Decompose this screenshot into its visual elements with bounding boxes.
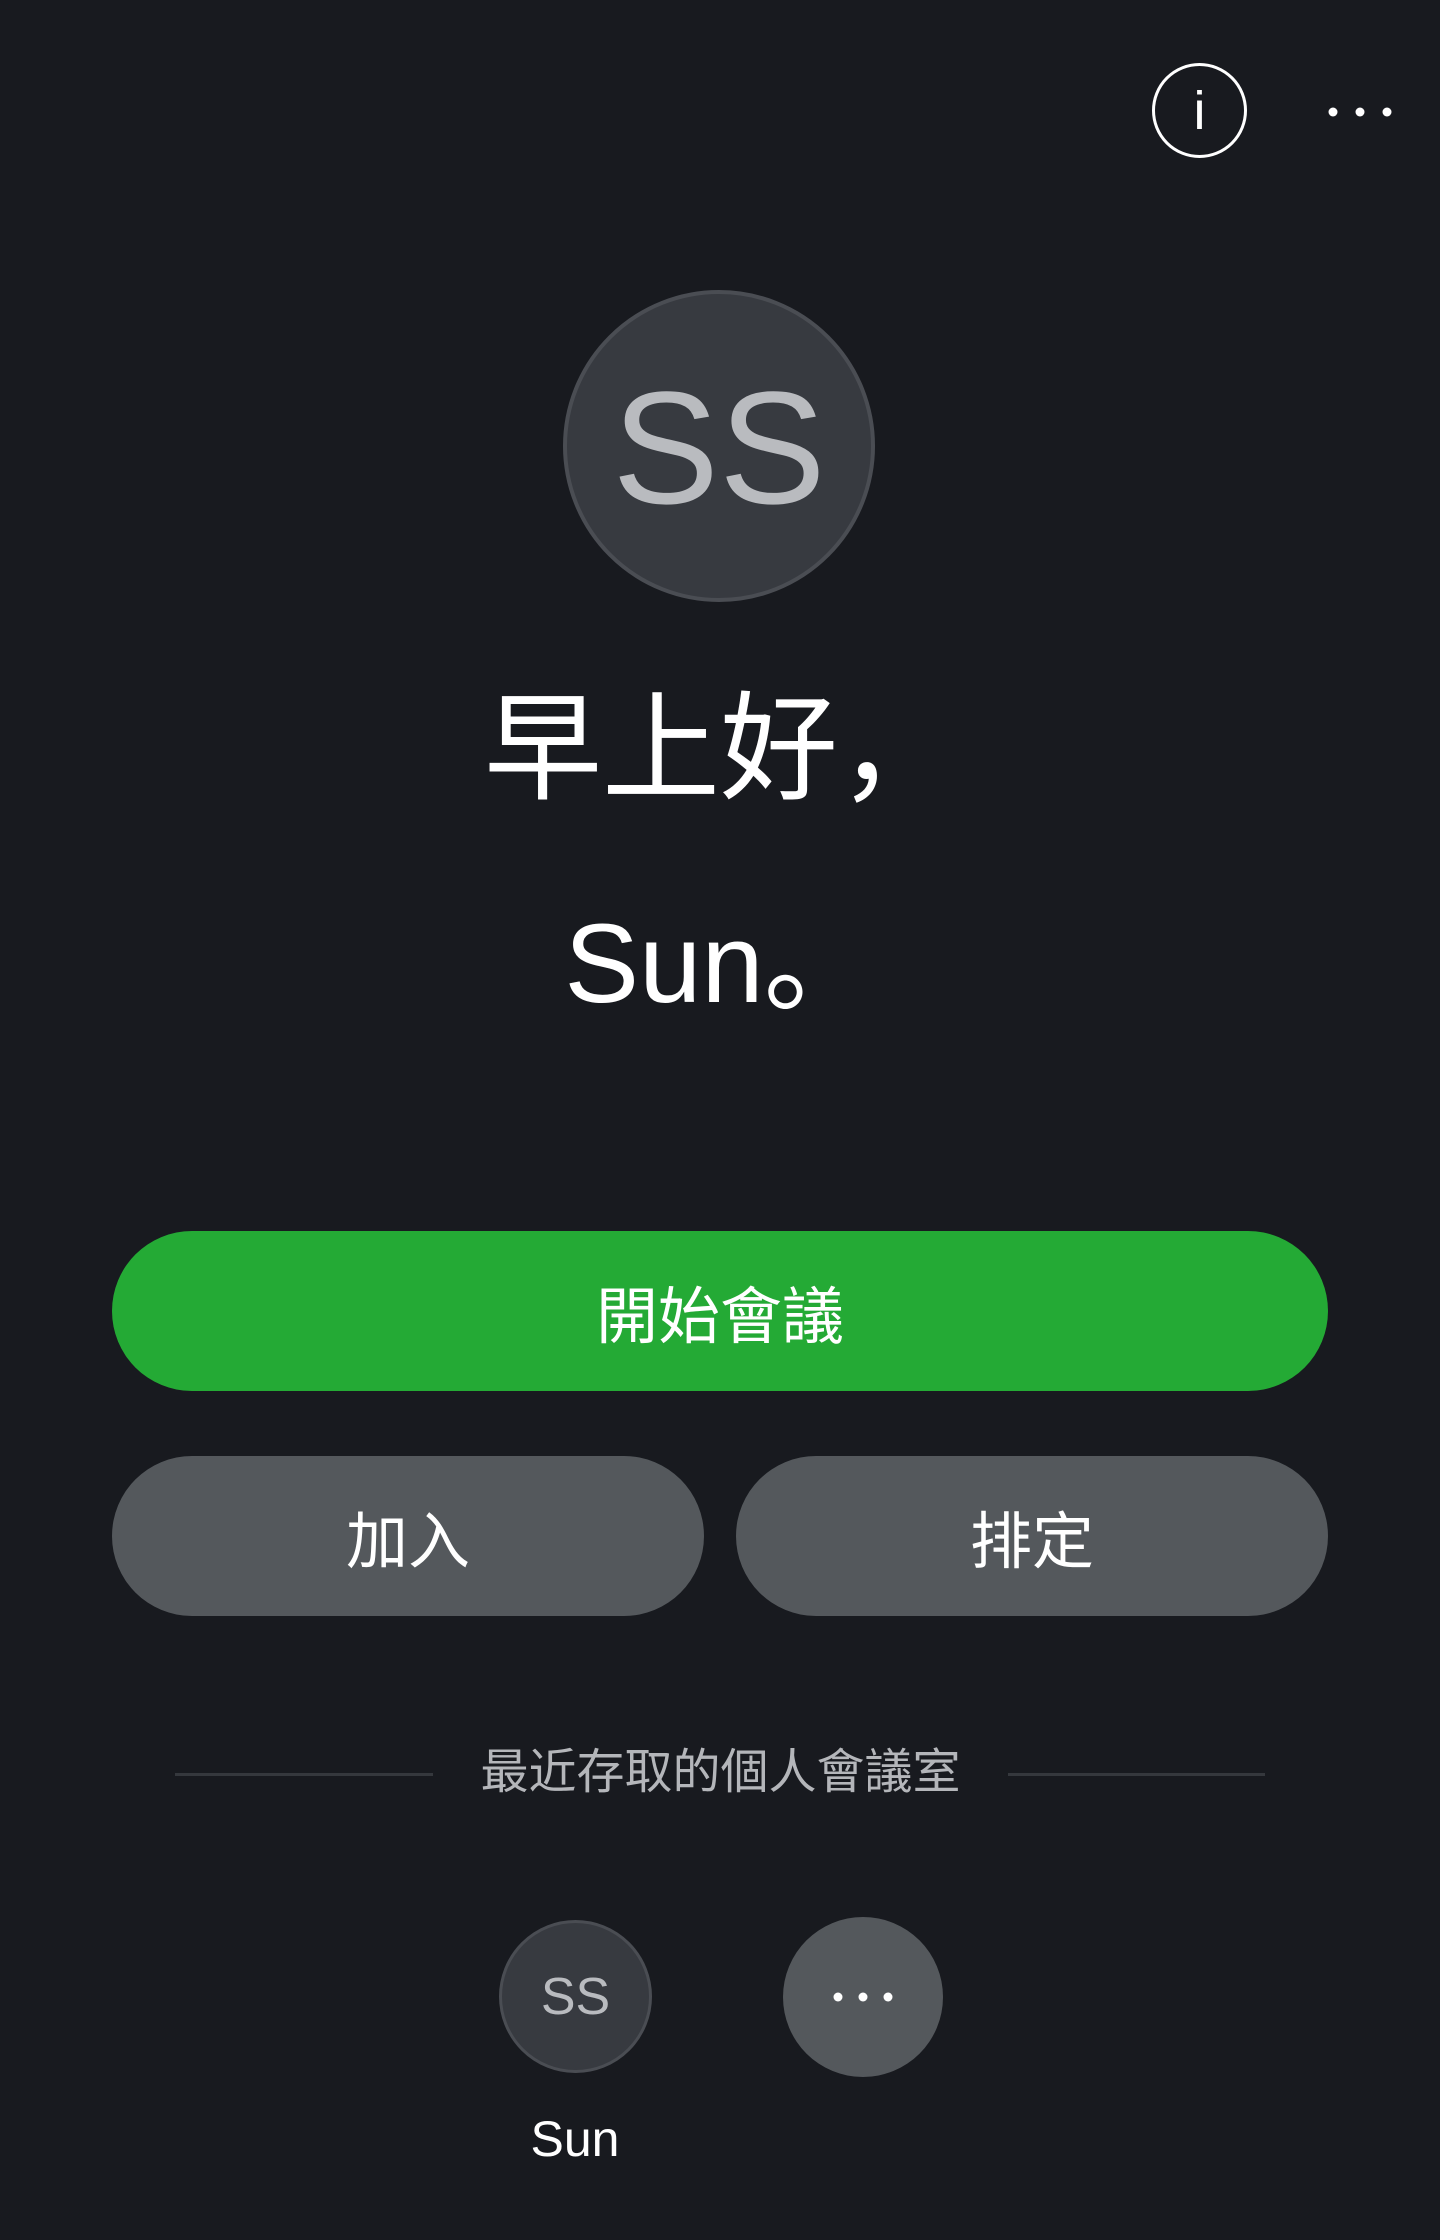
more-horizontal-icon [1328, 107, 1392, 117]
recent-rooms-title: 最近存取的個人會議室 [480, 1744, 961, 1800]
room-avatar-initials: SS [540, 1967, 611, 2026]
avatar-initials: SS [612, 358, 826, 537]
greeting-title: 早上好， [483, 680, 956, 818]
divider-right [1008, 1773, 1265, 1776]
recent-room-label: Sun [530, 2111, 620, 2167]
profile-avatar[interactable]: SS [563, 290, 875, 602]
schedule-button[interactable]: 排定 [736, 1456, 1328, 1616]
start-meeting-button[interactable]: 開始會議 [112, 1231, 1328, 1391]
divider-left [175, 1773, 433, 1776]
more-options-button[interactable] [1310, 82, 1410, 142]
greeting-name: Sun。 [564, 901, 876, 1026]
more-rooms-button[interactable] [783, 1917, 943, 2077]
info-icon: i [1193, 80, 1206, 141]
recent-room-avatar[interactable]: SS [499, 1920, 652, 2073]
more-horizontal-icon [833, 1992, 893, 2002]
info-button[interactable]: i [1152, 63, 1247, 158]
join-button[interactable]: 加入 [112, 1456, 704, 1616]
